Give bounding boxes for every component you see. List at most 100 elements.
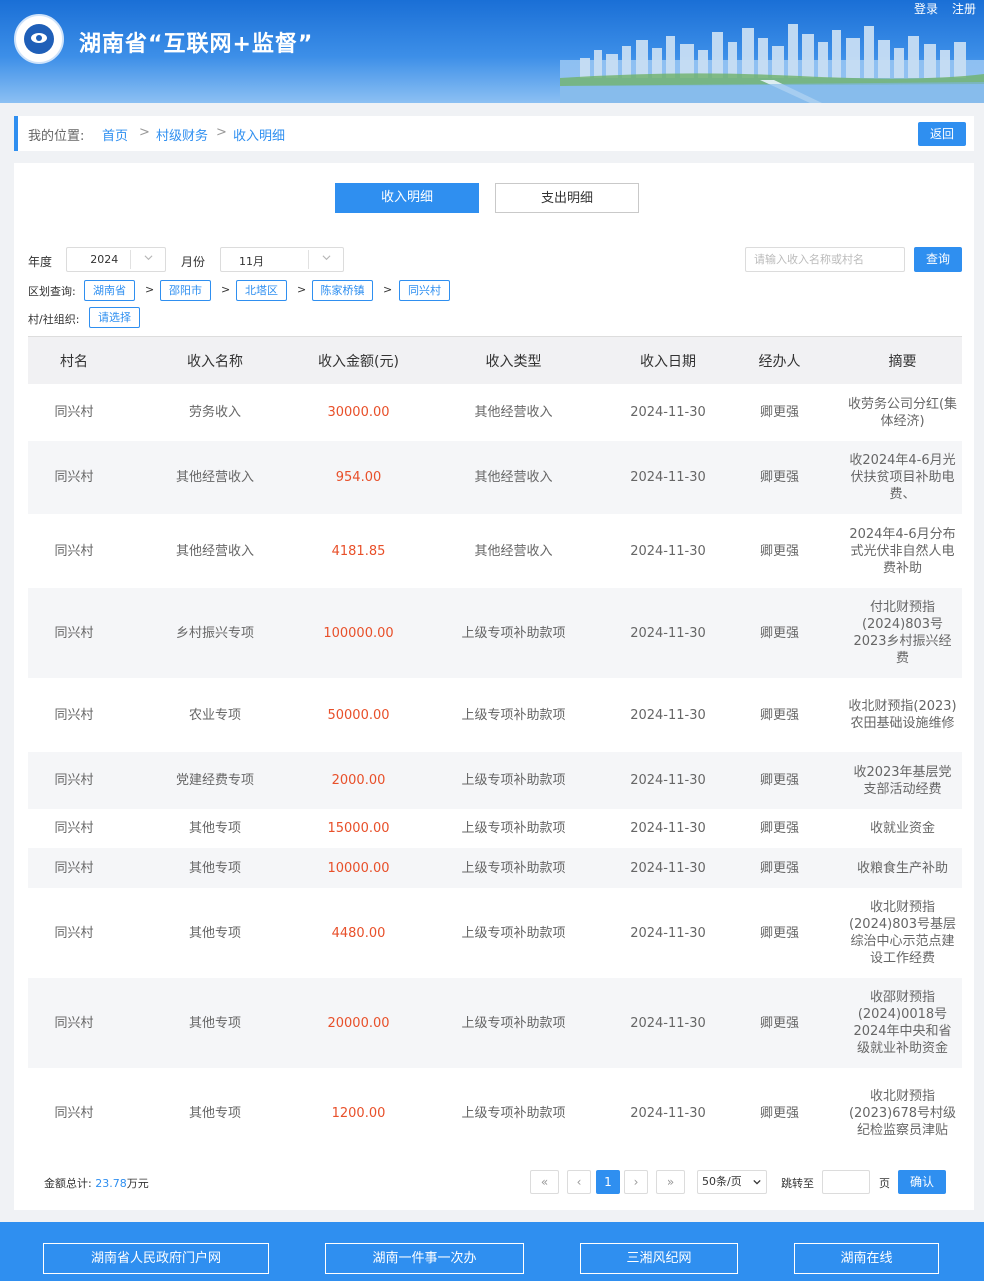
table-row: 同兴村 党建经费专项 2000.00 上级专项补助款项 2024-11-30 卿… bbox=[28, 752, 962, 809]
footer-link-hunan-gov[interactable]: 湖南省人民政府门户网 bbox=[43, 1243, 269, 1274]
cell-income-type: 上级专项补助款项 bbox=[407, 888, 620, 978]
site-header: 湖南省“互联网+监督” 登录 注册 bbox=[0, 0, 984, 103]
region-town-button[interactable]: 陈家桥镇 bbox=[312, 280, 373, 301]
region-district-button[interactable]: 北塔区 bbox=[236, 280, 287, 301]
login-link[interactable]: 登录 bbox=[914, 2, 938, 16]
column-header-date: 收入日期 bbox=[620, 336, 716, 384]
site-title: 湖南省“互联网+监督” bbox=[79, 32, 314, 57]
cell-amount: 10000.00 bbox=[310, 848, 407, 888]
cell-handler: 卿更强 bbox=[716, 384, 843, 441]
cell-handler: 卿更强 bbox=[716, 848, 843, 888]
cell-income-type: 上级专项补助款项 bbox=[407, 752, 620, 809]
register-link[interactable]: 注册 bbox=[952, 2, 976, 16]
cell-summary: 2024年4-6月分布式光伏非自然人电费补助 bbox=[843, 514, 962, 588]
cell-date: 2024-11-30 bbox=[620, 888, 716, 978]
jump-page-input[interactable] bbox=[822, 1170, 870, 1194]
region-village-button[interactable]: 同兴村 bbox=[399, 280, 450, 301]
cell-handler: 卿更强 bbox=[716, 678, 843, 752]
breadcrumb-prefix: 我的位置: bbox=[28, 129, 85, 144]
footer-link-sanxiang[interactable]: 三湘风纪网 bbox=[580, 1243, 738, 1274]
cell-amount: 954.00 bbox=[310, 441, 407, 514]
table-row: 同兴村 其他经营收入 4181.85 其他经营收入 2024-11-30 卿更强… bbox=[28, 514, 962, 588]
breadcrumb-separator: > bbox=[139, 125, 150, 140]
cell-income-type: 上级专项补助款项 bbox=[407, 848, 620, 888]
column-header-summary: 摘要 bbox=[843, 336, 962, 384]
cell-summary: 收邵财预指(2024)0018号2024年中央和省级就业补助资金 bbox=[843, 978, 962, 1068]
column-header-amount: 收入金额(元) bbox=[310, 336, 407, 384]
select-divider bbox=[308, 250, 309, 269]
breadcrumb-separator: > bbox=[216, 125, 227, 140]
cell-income-name: 其他经营收入 bbox=[120, 514, 310, 588]
month-value: 11月 bbox=[239, 255, 264, 268]
cell-amount: 20000.00 bbox=[310, 978, 407, 1068]
cell-handler: 卿更强 bbox=[716, 809, 843, 848]
region-city-button[interactable]: 邵阳市 bbox=[160, 280, 211, 301]
footer-link-hunan-online[interactable]: 湖南在线 bbox=[794, 1243, 939, 1274]
cell-amount: 50000.00 bbox=[310, 678, 407, 752]
cell-summary: 收粮食生产补助 bbox=[843, 848, 962, 888]
region-province-button[interactable]: 湖南省 bbox=[84, 280, 135, 301]
table-row: 同兴村 其他专项 10000.00 上级专项补助款项 2024-11-30 卿更… bbox=[28, 848, 962, 888]
column-header-income-name: 收入名称 bbox=[120, 336, 310, 384]
table-row: 同兴村 其他专项 15000.00 上级专项补助款项 2024-11-30 卿更… bbox=[28, 809, 962, 848]
cell-village: 同兴村 bbox=[28, 809, 120, 848]
cell-amount: 4480.00 bbox=[310, 888, 407, 978]
amount-total-unit: 万元 bbox=[126, 1177, 149, 1190]
cell-income-type: 其他经营收入 bbox=[407, 384, 620, 441]
tab-expense-detail[interactable]: 支出明细 bbox=[495, 183, 639, 213]
table-row: 同兴村 其他专项 1200.00 上级专项补助款项 2024-11-30 卿更强… bbox=[28, 1068, 962, 1158]
table-row: 同兴村 其他经营收入 954.00 其他经营收入 2024-11-30 卿更强 … bbox=[28, 441, 962, 514]
page-size-value: 50条/页 bbox=[702, 1175, 742, 1188]
chevron-down-icon bbox=[753, 1179, 761, 1185]
month-select[interactable]: 11月 bbox=[220, 247, 344, 272]
cell-income-name: 其他专项 bbox=[120, 888, 310, 978]
cell-income-name: 农业专项 bbox=[120, 678, 310, 752]
region-label: 区划查询: bbox=[28, 285, 76, 298]
prev-page-button[interactable]: ‹ bbox=[567, 1170, 591, 1194]
cell-summary: 收北财预指(2024)803号基层综治中心示范点建设工作经费 bbox=[843, 888, 962, 978]
cell-income-name: 其他专项 bbox=[120, 848, 310, 888]
cell-income-type: 其他经营收入 bbox=[407, 441, 620, 514]
footer-link-one-thing[interactable]: 湖南一件事一次办 bbox=[325, 1243, 524, 1274]
last-page-button[interactable]: » bbox=[656, 1170, 685, 1194]
cell-summary: 收2024年4-6月光伏扶贫项目补助电费、 bbox=[843, 441, 962, 514]
confirm-jump-button[interactable]: 确认 bbox=[898, 1170, 946, 1194]
page-size-select[interactable]: 50条/页 bbox=[697, 1170, 767, 1194]
cell-date: 2024-11-30 bbox=[620, 1068, 716, 1158]
footer: 湖南省人民政府门户网 湖南一件事一次办 三湘风纪网 湖南在线 bbox=[0, 1222, 984, 1281]
breadcrumb-home[interactable]: 首页 bbox=[102, 125, 128, 144]
cell-summary: 收2023年基层党支部活动经费 bbox=[843, 752, 962, 809]
breadcrumb-income-detail[interactable]: 收入明细 bbox=[233, 125, 285, 144]
main-panel: 收入明细 支出明细 年度 2024 月份 11月 请输入收入名称或村名 查询 区… bbox=[14, 163, 974, 1210]
cell-amount: 1200.00 bbox=[310, 1068, 407, 1158]
tab-income-detail[interactable]: 收入明细 bbox=[335, 183, 479, 213]
year-select[interactable]: 2024 bbox=[66, 247, 166, 272]
amount-total-value: 23.78 bbox=[95, 1177, 127, 1190]
column-header-income-type: 收入类型 bbox=[407, 336, 620, 384]
cell-income-type: 上级专项补助款项 bbox=[407, 809, 620, 848]
cell-handler: 卿更强 bbox=[716, 441, 843, 514]
city-skyline-image bbox=[560, 24, 984, 103]
cell-income-name: 其他专项 bbox=[120, 1068, 310, 1158]
next-page-button[interactable]: › bbox=[624, 1170, 648, 1194]
page-number-button[interactable]: 1 bbox=[596, 1170, 620, 1194]
breadcrumb-village-finance[interactable]: 村级财务 bbox=[156, 125, 208, 144]
cell-amount: 100000.00 bbox=[310, 588, 407, 678]
chevron-down-icon bbox=[322, 255, 331, 261]
village-org-select-button[interactable]: 请选择 bbox=[89, 307, 140, 328]
search-input[interactable]: 请输入收入名称或村名 bbox=[745, 247, 905, 272]
cell-summary: 付北财预指(2024)803号2023乡村振兴经费 bbox=[843, 588, 962, 678]
jump-label: 跳转至 bbox=[781, 1177, 814, 1190]
cell-date: 2024-11-30 bbox=[620, 752, 716, 809]
back-button[interactable]: 返回 bbox=[918, 122, 966, 146]
cell-village: 同兴村 bbox=[28, 888, 120, 978]
site-logo[interactable] bbox=[14, 14, 64, 64]
cell-amount: 2000.00 bbox=[310, 752, 407, 809]
cell-income-name: 乡村振兴专项 bbox=[120, 588, 310, 678]
query-button[interactable]: 查询 bbox=[914, 247, 962, 272]
amount-total-label: 金额总计: bbox=[44, 1177, 92, 1190]
cell-date: 2024-11-30 bbox=[620, 514, 716, 588]
first-page-button[interactable]: « bbox=[530, 1170, 559, 1194]
eye-pupil bbox=[36, 35, 42, 41]
cell-handler: 卿更强 bbox=[716, 752, 843, 809]
